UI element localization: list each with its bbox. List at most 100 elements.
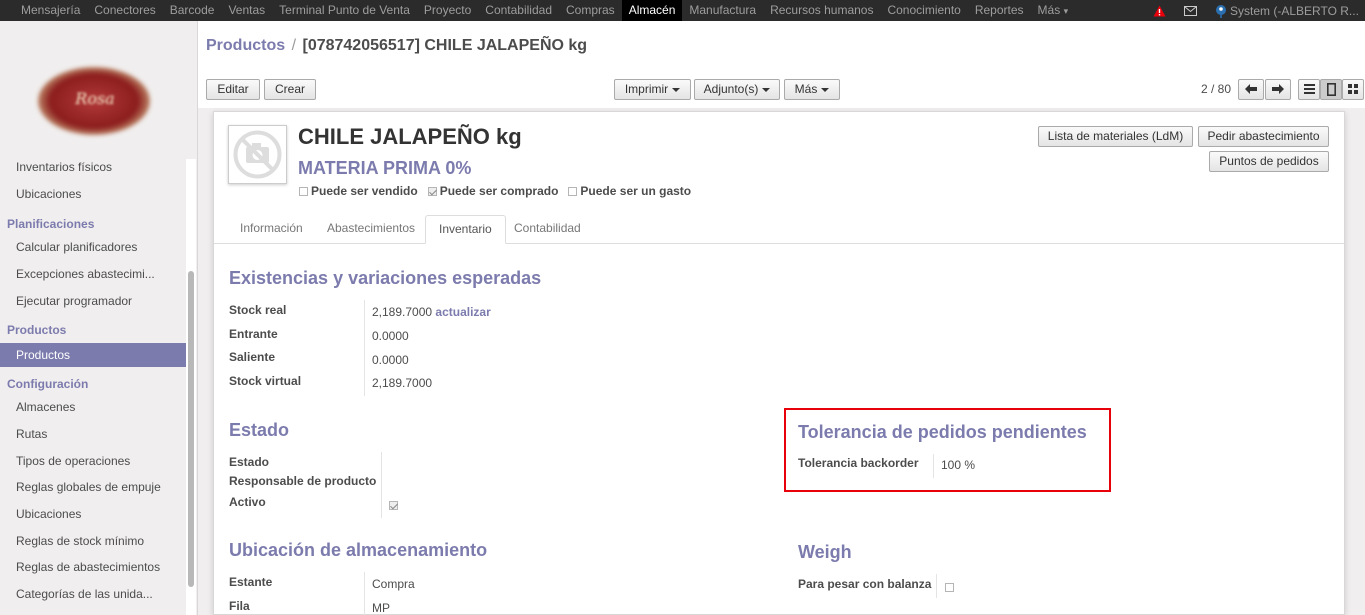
estante-label: Estante [229, 575, 273, 589]
stock-virtual-value: 2,189.7000 [372, 376, 433, 390]
stock-real-number: 2,189.7000 [372, 305, 433, 319]
stock-virtual-label: Stock virtual [229, 374, 302, 388]
tolerance-label: Tolerancia backorder [798, 456, 919, 470]
user-avatar-icon[interactable] [1215, 4, 1227, 18]
activo-checkbox[interactable] [389, 498, 401, 512]
estante-value: Compra [372, 577, 415, 591]
menu-mensajeria[interactable]: Mensajería [14, 0, 87, 21]
attachments-dropdown[interactable]: Adjunto(s) [694, 79, 780, 100]
sidebar-item-ubicaciones-top[interactable]: Ubicaciones [16, 187, 81, 201]
highlight-box [784, 408, 1111, 492]
tolerance-section-title: Tolerancia de pedidos pendientes [798, 422, 1087, 442]
tab-inventario[interactable]: Inventario [425, 215, 506, 244]
tab-contabilidad[interactable]: Contabilidad [501, 215, 594, 244]
sidebar-section-configuracion: Configuración [7, 377, 89, 391]
no-camera-icon [233, 130, 282, 179]
menu-conectores[interactable]: Conectores [87, 0, 162, 21]
fila-label: Fila [229, 599, 250, 613]
company-logo-text: Rosa [75, 89, 115, 108]
flag-vendido[interactable]: Puede ser vendido [299, 184, 418, 198]
kanban-view-icon [1348, 84, 1358, 94]
sidebar-item-almacenes[interactable]: Almacenes [16, 400, 75, 414]
sidebar-item-inventarios[interactable]: Inventarios físicos [16, 160, 112, 174]
edit-button[interactable]: Editar [206, 79, 260, 100]
sidebar-item-ubicaciones[interactable]: Ubicaciones [16, 507, 81, 521]
product-image[interactable] [228, 125, 287, 184]
mail-icon[interactable] [1184, 5, 1197, 16]
checkbox-comprado[interactable] [427, 187, 437, 197]
tab-abastecimientos[interactable]: Abastecimientos [314, 215, 428, 244]
checkbox-gasto[interactable] [568, 187, 578, 197]
menu-barcode[interactable]: Barcode [163, 0, 222, 21]
menu-almacen[interactable]: Almacén [621, 0, 683, 21]
weigh-section-title: Weigh [798, 542, 852, 562]
arrow-right-icon [1272, 84, 1284, 94]
kanban-view-button[interactable] [1342, 79, 1364, 100]
sidebar-item-excepciones[interactable]: Excepciones abastecimi... [16, 267, 155, 281]
more-label: Más [794, 82, 818, 96]
procure-button[interactable]: Pedir abastecimiento [1198, 126, 1329, 147]
stock-entrante-label: Entrante [229, 327, 278, 341]
tab-informacion[interactable]: Información [227, 215, 316, 244]
activo-label: Activo [229, 495, 266, 509]
weigh-label: Para pesar con balanza [798, 577, 932, 591]
weigh-check [945, 583, 954, 593]
top-navbar: Mensajería Conectores Barcode Ventas Ter… [0, 0, 1365, 21]
sidebar-section-planificaciones: Planificaciones [7, 217, 95, 231]
menu-ventas[interactable]: Ventas [221, 0, 272, 21]
weigh-checkbox[interactable] [945, 580, 957, 594]
stock-real-value: 2,189.7000 actualizar [372, 305, 491, 319]
menu-proyecto[interactable]: Proyecto [417, 0, 478, 21]
user-menu[interactable]: System (-ALBERTO R... [1230, 4, 1365, 18]
sidebar-item-productos[interactable]: Productos [0, 343, 186, 367]
pager-next-button[interactable] [1265, 79, 1291, 100]
sidebar-item-stock-minimo[interactable]: Reglas de stock mínimo [16, 534, 144, 548]
pager-previous-button[interactable] [1238, 79, 1264, 100]
menu-mas[interactable]: Más ▾ [1031, 0, 1076, 21]
form-tabs: Información Abastecimientos Inventario C… [214, 215, 1344, 244]
print-dropdown[interactable]: Imprimir [614, 79, 691, 100]
sidebar-item-rutas[interactable]: Rutas [16, 427, 47, 441]
bom-button[interactable]: Lista de materiales (LdM) [1038, 126, 1193, 147]
breadcrumb-separator: / [291, 37, 297, 54]
tolerance-number[interactable]: 100 [941, 458, 961, 472]
sidebar-item-reglas-abastecimiento[interactable]: Reglas de abastecimientos [16, 560, 160, 574]
sidebar-item-tipos-operaciones[interactable]: Tipos de operaciones [16, 454, 130, 468]
flag-comprado[interactable]: Puede ser comprado [427, 184, 559, 198]
product-flags: Puede ser vendido Puede ser comprado Pue… [299, 184, 691, 198]
sidebar-item-categorias-unidades[interactable]: Categorías de las unida... [16, 587, 153, 601]
flag-gasto-label: Puede ser un gasto [580, 184, 692, 198]
estado-label: Estado [229, 455, 270, 469]
breadcrumb-current: [078742056517] CHILE JALAPEÑO kg [302, 37, 588, 54]
menu-conocimiento[interactable]: Conocimiento [880, 0, 967, 21]
menu-rrhh[interactable]: Recursos humanos [763, 0, 880, 21]
sidebar-item-ejecutar[interactable]: Ejecutar programador [16, 294, 132, 308]
warning-icon[interactable] [1153, 5, 1166, 17]
list-view-button[interactable] [1298, 79, 1320, 100]
form-view-button[interactable] [1320, 79, 1342, 100]
menu-contabilidad[interactable]: Contabilidad [478, 0, 559, 21]
breadcrumb-parent-link[interactable]: Productos [206, 37, 285, 54]
flag-vendido-label: Puede ser vendido [311, 184, 418, 198]
create-button[interactable]: Crear [264, 79, 316, 100]
flag-comprado-label: Puede ser comprado [439, 184, 559, 198]
list-view-icon [1303, 84, 1315, 94]
menu-reportes[interactable]: Reportes [968, 0, 1031, 21]
checkbox-vendido[interactable] [299, 187, 308, 197]
more-dropdown[interactable]: Más [784, 79, 840, 100]
menu-compras[interactable]: Compras [559, 0, 622, 21]
sidebar-scrollbar[interactable] [188, 271, 194, 587]
sidebar-item-reglas-empuje[interactable]: Reglas globales de empuje [16, 480, 161, 494]
menu-manufactura[interactable]: Manufactura [682, 0, 763, 21]
caret-down-icon [762, 87, 771, 92]
estado-divider [381, 452, 382, 518]
flag-gasto[interactable]: Puede ser un gasto [568, 184, 691, 198]
menu-pos[interactable]: Terminal Punto de Venta [272, 0, 417, 21]
sidebar-section-productos: Productos [7, 323, 67, 337]
tolerance-value: 100 % [941, 458, 975, 472]
caret-down-icon [672, 87, 681, 92]
sidebar-item-calcular[interactable]: Calcular planificadores [16, 240, 137, 254]
storage-divider [364, 572, 365, 615]
update-stock-button[interactable]: actualizar [435, 305, 490, 319]
reorder-points-button[interactable]: Puntos de pedidos [1209, 151, 1329, 172]
